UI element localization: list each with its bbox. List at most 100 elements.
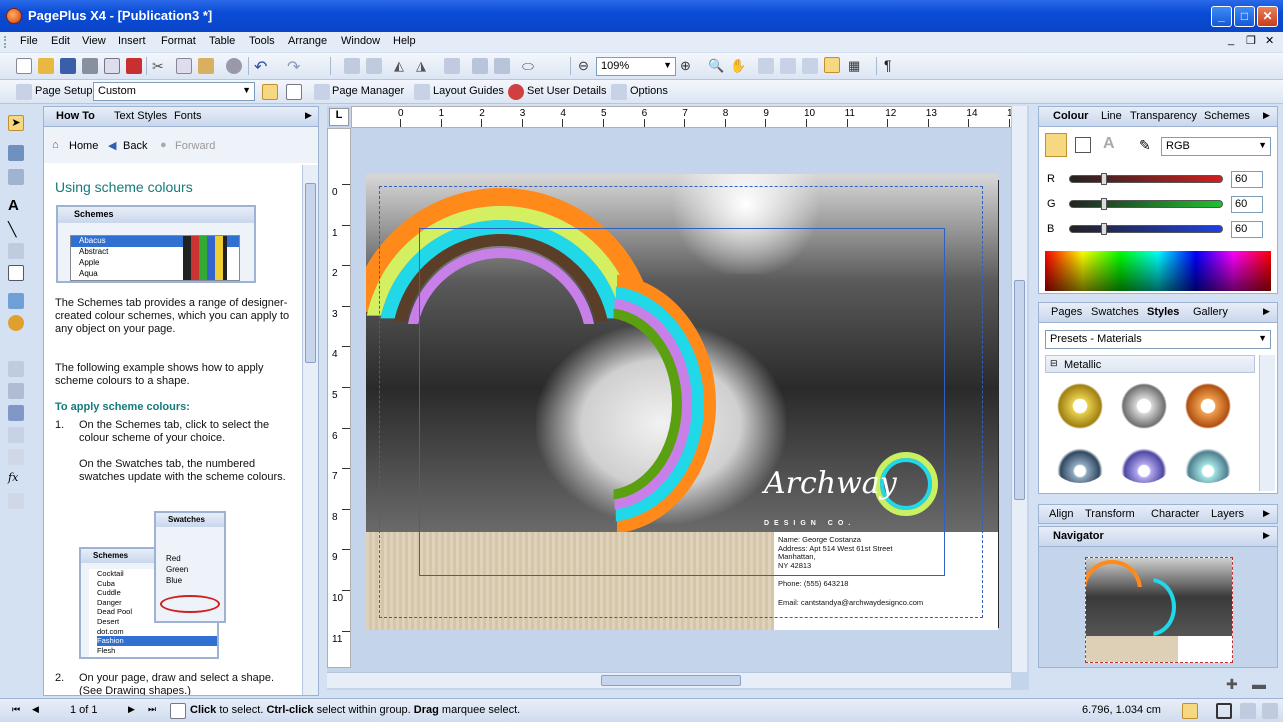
maximize-button[interactable]: □ [1234, 6, 1255, 27]
menu-edit[interactable]: Edit [51, 35, 70, 47]
tab-how-to[interactable]: How To [56, 110, 95, 122]
zoom-in-nav-icon[interactable]: ✚ [1226, 676, 1238, 693]
slider-thumb[interactable] [1101, 198, 1107, 210]
tab-gallery[interactable]: Gallery [1193, 306, 1228, 318]
panel-menu-icon[interactable]: ▶ [1263, 508, 1270, 519]
print-icon[interactable] [82, 58, 98, 74]
shape-icon[interactable]: ⬭ [522, 58, 538, 74]
mdi-restore-icon[interactable]: ❐ [1246, 34, 1256, 47]
connector-tool-icon[interactable] [8, 243, 24, 259]
app-icon[interactable] [6, 8, 22, 24]
new-icon[interactable] [16, 58, 32, 74]
view-icon[interactable] [1240, 703, 1256, 719]
zoom-combo[interactable]: 109% ▼ [596, 57, 676, 76]
options-button[interactable]: Options [630, 85, 668, 97]
table-tool-icon[interactable] [8, 169, 24, 185]
tab-transparency[interactable]: Transparency [1130, 110, 1197, 122]
r-slider[interactable] [1069, 175, 1223, 183]
panel-menu-icon[interactable]: ▶ [305, 110, 312, 121]
preset-combo[interactable]: Presets - Materials ▼ [1045, 330, 1271, 349]
text-tool-icon[interactable]: A [8, 197, 24, 214]
zoom-in-icon[interactable]: ⊕ [680, 58, 696, 74]
g-spinbox[interactable]: 60 [1231, 196, 1263, 213]
pointer-tool-icon[interactable]: ➤ [8, 115, 24, 131]
layout-guides-button[interactable]: Layout Guides [433, 85, 504, 97]
scroll-thumb[interactable] [305, 183, 316, 363]
bring-front-icon[interactable] [472, 58, 488, 74]
landscape-icon[interactable] [262, 84, 278, 100]
page-view-icon[interactable] [824, 57, 840, 73]
panel-menu-icon[interactable]: ▶ [1263, 306, 1270, 317]
home-button[interactable]: Home [69, 140, 98, 152]
tab-text-styles[interactable]: Text Styles [114, 110, 167, 122]
tab-styles[interactable]: Styles [1147, 306, 1179, 318]
crop-tool-icon[interactable] [8, 361, 24, 377]
menu-format[interactable]: Format [161, 35, 196, 47]
panel-menu-icon[interactable]: ▶ [1263, 530, 1270, 541]
transparency-tool-icon[interactable] [8, 427, 24, 443]
workspace-hscrollbar[interactable] [327, 672, 1011, 688]
page-manager-button[interactable]: Page Manager [332, 85, 404, 97]
menu-tools[interactable]: Tools [249, 35, 275, 47]
violet-gear-style[interactable] [1117, 443, 1171, 483]
metallic-group-header[interactable]: ⊟ Metallic [1045, 355, 1255, 373]
line-swatch-icon[interactable] [1075, 137, 1091, 153]
page-manager-icon[interactable] [314, 84, 330, 100]
collapse-icon[interactable]: ⊟ [1050, 358, 1058, 369]
format-painter-icon[interactable] [226, 58, 242, 74]
undo-icon[interactable]: ↶ [254, 57, 270, 76]
menu-insert[interactable]: Insert [118, 35, 146, 47]
rectangle-tool-icon[interactable] [8, 265, 24, 281]
line-tool-icon[interactable]: ╲ [8, 221, 24, 237]
pdf-icon[interactable] [126, 58, 142, 74]
forward-button[interactable]: Forward [175, 140, 215, 152]
menu-help[interactable]: Help [393, 35, 416, 47]
teal-gear-style[interactable] [1181, 443, 1235, 483]
prev-page-icon[interactable]: ◀ [32, 704, 39, 715]
fx-icon[interactable]: fx [8, 471, 24, 487]
scroll-thumb[interactable] [601, 675, 741, 686]
menu-window[interactable]: Window [341, 35, 380, 47]
save-icon[interactable] [60, 58, 76, 74]
mdi-close-icon[interactable]: ✕ [1265, 34, 1274, 47]
portrait-icon[interactable] [286, 84, 302, 100]
ruler-origin[interactable]: L [329, 108, 349, 126]
last-page-icon[interactable]: ⏭ [148, 704, 156, 715]
group-icon[interactable] [344, 58, 360, 74]
b-spinbox[interactable]: 60 [1231, 221, 1263, 238]
slider-thumb[interactable] [1101, 173, 1107, 185]
fit-page-icon[interactable] [758, 58, 774, 74]
slider-thumb[interactable] [1101, 223, 1107, 235]
fill-tool-icon[interactable] [8, 405, 24, 421]
text-colour-icon[interactable]: A [1103, 135, 1115, 153]
gold-gear-style[interactable] [1053, 379, 1107, 433]
navigator-preview[interactable] [1085, 557, 1233, 663]
tab-fonts[interactable]: Fonts [174, 110, 202, 122]
vertical-ruler[interactable]: 0 1 2 3 4 5 6 7 8 9 10 11 [327, 128, 351, 668]
picture-tool-icon[interactable] [8, 293, 24, 309]
b-slider[interactable] [1069, 225, 1223, 233]
eyedropper-icon[interactable]: ✎ [1139, 137, 1151, 154]
g-slider[interactable] [1069, 200, 1223, 208]
tab-character[interactable]: Character [1151, 508, 1199, 520]
tab-schemes[interactable]: Schemes [1204, 110, 1250, 122]
redo-icon[interactable]: ↷ [287, 57, 303, 76]
menu-file[interactable]: File [20, 35, 38, 47]
pilcrow-icon[interactable]: ¶ [884, 57, 900, 73]
tab-align[interactable]: Align [1049, 508, 1073, 520]
frame-icon[interactable] [1216, 703, 1232, 719]
flip-horizontal-icon[interactable]: ◭ [394, 58, 410, 74]
actual-size-icon[interactable] [802, 58, 818, 74]
menu-arrange[interactable]: Arrange [288, 35, 327, 47]
silver-gear-style[interactable] [1117, 379, 1171, 433]
pan-icon[interactable]: ✋ [730, 58, 746, 74]
tab-transform[interactable]: Transform [1085, 508, 1135, 520]
tab-line[interactable]: Line [1101, 110, 1122, 122]
user-details-icon[interactable] [508, 84, 524, 100]
zoom-out-icon[interactable]: ⊖ [578, 58, 594, 74]
tab-swatches[interactable]: Swatches [1091, 306, 1139, 318]
r-spinbox[interactable]: 60 [1231, 171, 1263, 188]
set-user-details-button[interactable]: Set User Details [527, 85, 606, 97]
rotate-tool-icon[interactable] [8, 383, 24, 399]
page-setup-combo[interactable]: Custom ▼ [93, 82, 255, 101]
